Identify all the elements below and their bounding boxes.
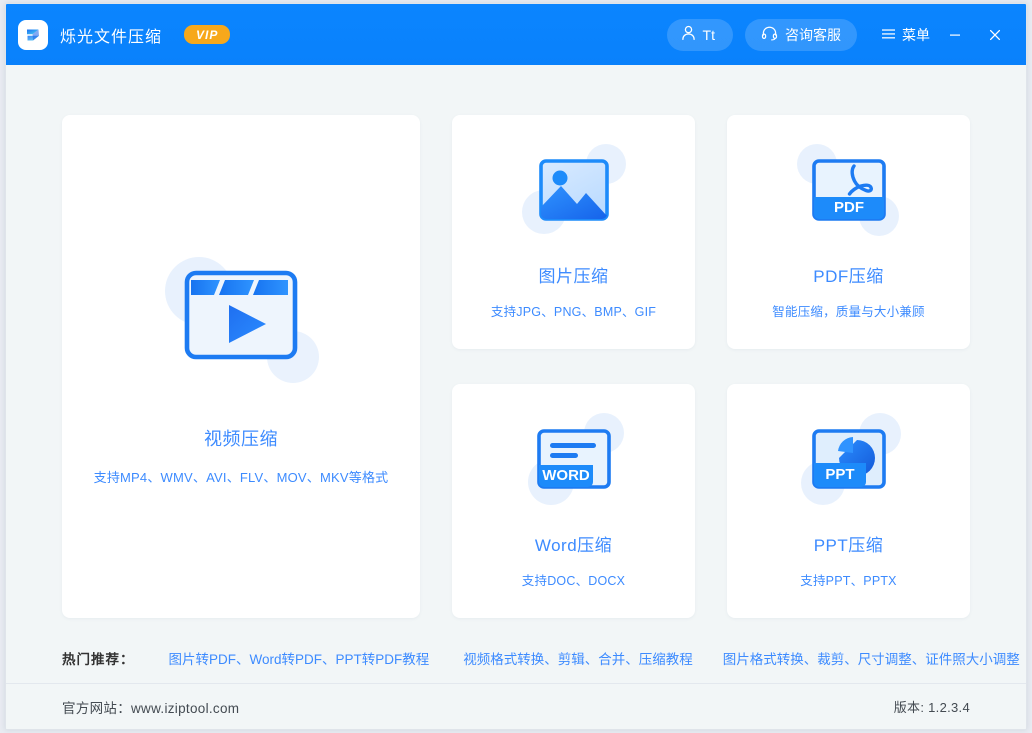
- card-subtitle: 支持MP4、WMV、AVI、FLV、MOV、MKV等格式: [94, 467, 389, 486]
- tool-card-grid: 视频压缩 支持MP4、WMV、AVI、FLV、MOV、MKV等格式: [62, 115, 970, 618]
- card-subtitle: 支持DOC、DOCX: [522, 570, 625, 589]
- user-icon: [681, 25, 696, 44]
- pdf-compress-icon: PDF: [797, 144, 901, 236]
- svg-text:PDF: PDF: [834, 199, 864, 216]
- card-word-compress[interactable]: WORD Word压缩 支持DOC、DOCX: [452, 384, 695, 618]
- right-column: 图片压缩 支持JPG、PNG、BMP、GIF PDF: [452, 115, 970, 618]
- card-video-compress[interactable]: 视频压缩 支持MP4、WMV、AVI、FLV、MOV、MKV等格式: [62, 115, 420, 618]
- image-compress-icon: [522, 144, 626, 236]
- official-website-text: 官方网站：www.iziptool.com: [62, 697, 239, 717]
- word-compress-icon: WORD: [522, 413, 626, 505]
- menu-button[interactable]: 菜单: [881, 25, 930, 45]
- video-compress-icon: [161, 247, 321, 383]
- hot-recommend-label: 热门推荐：: [62, 648, 135, 668]
- footer-bar: 官方网站：www.iziptool.com 版本: 1.2.3.4: [6, 683, 1026, 729]
- user-account-button[interactable]: Tt: [667, 19, 733, 51]
- card-title: 图片压缩: [539, 262, 609, 287]
- card-subtitle: 支持PPT、PPTX: [800, 570, 896, 589]
- left-column: 视频压缩 支持MP4、WMV、AVI、FLV、MOV、MKV等格式: [62, 115, 420, 618]
- minimize-button[interactable]: [940, 20, 970, 50]
- app-window: 烁光文件压缩 VIP Tt: [5, 3, 1027, 730]
- titlebar-controls: Tt 咨询客服: [667, 19, 1010, 51]
- card-subtitle: 支持JPG、PNG、BMP、GIF: [491, 301, 656, 320]
- card-title: PPT压缩: [814, 531, 884, 556]
- version-text: 版本: 1.2.3.4: [894, 697, 970, 716]
- recommend-link-pdf-tutorials[interactable]: 图片转PDF、Word转PDF、PPT转PDF教程: [169, 648, 430, 668]
- card-row-bottom: WORD Word压缩 支持DOC、DOCX: [452, 384, 970, 618]
- card-title: Word压缩: [535, 531, 612, 556]
- headset-icon: [761, 25, 778, 44]
- close-icon: [987, 27, 1003, 43]
- card-row-top: 图片压缩 支持JPG、PNG、BMP、GIF PDF: [452, 115, 970, 349]
- svg-text:PPT: PPT: [825, 466, 854, 483]
- customer-support-button[interactable]: 咨询客服: [745, 19, 857, 51]
- menu-label: 菜单: [902, 25, 930, 45]
- support-label: 咨询客服: [785, 25, 841, 45]
- close-button[interactable]: [980, 20, 1010, 50]
- card-title: PDF压缩: [813, 262, 884, 287]
- minimize-icon: [947, 27, 963, 43]
- ppt-compress-icon: PPT: [797, 413, 901, 505]
- card-image-compress[interactable]: 图片压缩 支持JPG、PNG、BMP、GIF: [452, 115, 695, 349]
- hamburger-icon: [881, 27, 896, 43]
- card-pdf-compress[interactable]: PDF PDF压缩 智能压缩，质量与大小兼顾: [727, 115, 970, 349]
- card-title: 视频压缩: [204, 425, 278, 451]
- hot-recommend-bar: 热门推荐： 图片转PDF、Word转PDF、PPT转PDF教程 视频格式转换、剪…: [6, 633, 1026, 683]
- vip-badge[interactable]: VIP: [184, 25, 230, 44]
- svg-text:WORD: WORD: [542, 467, 590, 484]
- main-content: 视频压缩 支持MP4、WMV、AVI、FLV、MOV、MKV等格式: [6, 65, 1026, 683]
- user-name-label: Tt: [703, 27, 715, 43]
- recommend-link-video-tutorials[interactable]: 视频格式转换、剪辑、合并、压缩教程: [463, 648, 693, 668]
- app-logo-icon: [18, 20, 48, 50]
- recommend-link-image-tutorials[interactable]: 图片格式转换、裁剪、尺寸调整、证件照大小调整: [723, 648, 1020, 668]
- app-title: 烁光文件压缩: [60, 23, 162, 47]
- title-bar: 烁光文件压缩 VIP Tt: [6, 4, 1026, 65]
- card-ppt-compress[interactable]: PPT PPT压缩 支持PPT、PPTX: [727, 384, 970, 618]
- card-subtitle: 智能压缩，质量与大小兼顾: [772, 301, 924, 320]
